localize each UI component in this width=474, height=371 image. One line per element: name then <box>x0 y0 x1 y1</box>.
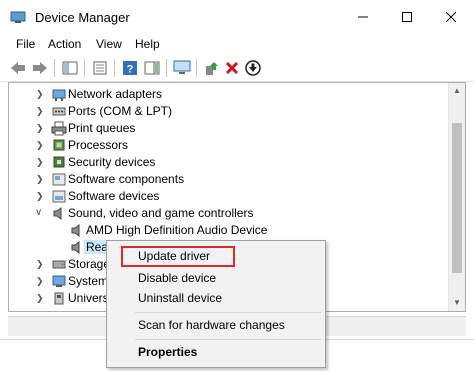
update-driver-toolbar-button[interactable] <box>201 58 221 78</box>
tree-item-label: Processors <box>68 138 129 152</box>
scan-hardware-button[interactable] <box>172 58 192 78</box>
menu-help[interactable]: Help <box>135 37 160 51</box>
action-pane-icon <box>144 61 160 75</box>
uninstall-icon <box>225 61 239 75</box>
uninstall-toolbar-button[interactable] <box>222 58 242 78</box>
disable-device-menu-item[interactable]: Disable device <box>138 271 216 285</box>
expand-chevron-icon[interactable]: ❯ <box>36 123 46 133</box>
show-hide-tree-button[interactable] <box>60 58 80 78</box>
toolbar: ? <box>0 54 474 82</box>
security-device-icon <box>53 156 65 168</box>
tree-item-label: Ports (COM & LPT) <box>68 104 173 118</box>
expand-chevron-icon[interactable]: ❯ <box>36 140 46 150</box>
scroll-up-arrow-icon[interactable]: ▲ <box>453 86 461 95</box>
network-adapter-icon <box>52 89 66 101</box>
properties-button[interactable] <box>90 58 110 78</box>
uninstall-device-menu-item[interactable]: Uninstall device <box>138 291 222 305</box>
tree-item-label: Network adapters <box>68 87 163 101</box>
menu-action[interactable]: Action <box>48 37 81 51</box>
properties-icon <box>93 61 107 75</box>
svg-text:?: ? <box>127 64 134 76</box>
menu-view[interactable]: View <box>96 37 122 51</box>
scroll-down-arrow-icon[interactable]: ▼ <box>453 298 461 307</box>
disable-toolbar-button[interactable] <box>243 58 263 78</box>
show-hide-tree-icon <box>62 61 78 75</box>
expand-chevron-icon[interactable]: ❯ <box>36 106 46 116</box>
software-component-icon <box>52 173 66 186</box>
expand-chevron-icon[interactable]: ❯ <box>36 276 46 286</box>
tree-item-label: Software components <box>68 172 185 186</box>
expand-chevron-icon[interactable]: ❯ <box>36 259 46 269</box>
maximize-button[interactable] <box>384 0 430 34</box>
monitor-icon <box>173 60 191 74</box>
expand-chevron-icon[interactable]: ❯ <box>36 293 46 303</box>
window-title: Device Manager <box>35 10 130 25</box>
close-icon <box>446 12 456 22</box>
device-manager-icon <box>10 11 26 23</box>
tree-item-security-devices[interactable]: ❯ Security devices <box>9 154 449 171</box>
tree-item-amd-audio[interactable]: AMD High Definition Audio Device <box>9 222 449 239</box>
speaker-icon <box>71 241 80 254</box>
tree-item-network-adapters[interactable]: ❯ Network adapters <box>9 86 449 103</box>
update-driver-icon <box>206 62 218 75</box>
properties-menu-item[interactable]: Properties <box>138 345 197 359</box>
help-button[interactable]: ? <box>120 58 140 78</box>
scrollbar-thumb[interactable] <box>452 123 462 273</box>
printer-icon <box>51 121 67 136</box>
tree-item-sound-video-game[interactable]: ∨ Sound, video and game controllers <box>9 205 449 222</box>
help-icon: ? <box>123 61 137 76</box>
update-driver-menu-item[interactable]: Update driver <box>138 249 210 263</box>
tree-item-software-components[interactable]: ❯ Software components <box>9 171 449 188</box>
software-device-icon <box>52 190 66 203</box>
action-pane-button[interactable] <box>142 58 162 78</box>
vertical-scrollbar[interactable]: ▲ ▼ <box>448 83 465 311</box>
tree-item-software-devices[interactable]: ❯ Software devices <box>9 188 449 205</box>
menu-separator <box>135 339 321 340</box>
expand-chevron-icon[interactable]: ❯ <box>36 89 46 99</box>
tree-item-label: Security devices <box>68 155 156 169</box>
tree-item-label: Software devices <box>68 189 160 203</box>
minimize-button[interactable] <box>340 0 386 34</box>
speaker-icon <box>71 224 80 237</box>
tree-item-processors[interactable]: ❯ Processors <box>9 137 449 154</box>
disable-icon <box>245 60 261 76</box>
forward-arrow-icon <box>33 62 47 74</box>
close-button[interactable] <box>428 0 474 34</box>
back-arrow-icon <box>11 62 25 74</box>
expand-chevron-icon[interactable]: ❯ <box>36 174 46 184</box>
speaker-icon <box>53 207 62 220</box>
tree-item-ports[interactable]: ❯ Ports (COM & LPT) <box>9 103 449 120</box>
forward-button[interactable] <box>30 58 50 78</box>
menu-bar: File Action View Help <box>0 34 474 54</box>
tree-item-label: AMD High Definition Audio Device <box>86 223 268 237</box>
tree-item-print-queues[interactable]: ❯ Print queues <box>9 120 449 137</box>
expand-chevron-icon[interactable]: ❯ <box>36 191 46 201</box>
collapse-chevron-icon[interactable]: ∨ <box>35 208 45 218</box>
system-device-icon <box>52 275 66 287</box>
maximize-icon <box>402 12 412 22</box>
menu-separator <box>135 312 321 313</box>
tree-item-label: Sound, video and game controllers <box>68 206 254 220</box>
usb-icon <box>54 292 64 305</box>
processor-icon <box>53 139 65 151</box>
title-bar: Device Manager <box>0 0 474 34</box>
minimize-icon <box>358 16 368 18</box>
tree-item-label: Print queues <box>68 121 136 135</box>
back-button[interactable] <box>8 58 28 78</box>
context-menu: Update driver Disable device Uninstall d… <box>106 240 326 368</box>
storage-icon <box>52 260 66 269</box>
port-icon <box>52 107 66 116</box>
menu-file[interactable]: File <box>16 37 35 51</box>
scan-hardware-menu-item[interactable]: Scan for hardware changes <box>138 318 285 332</box>
expand-chevron-icon[interactable]: ❯ <box>36 157 46 167</box>
